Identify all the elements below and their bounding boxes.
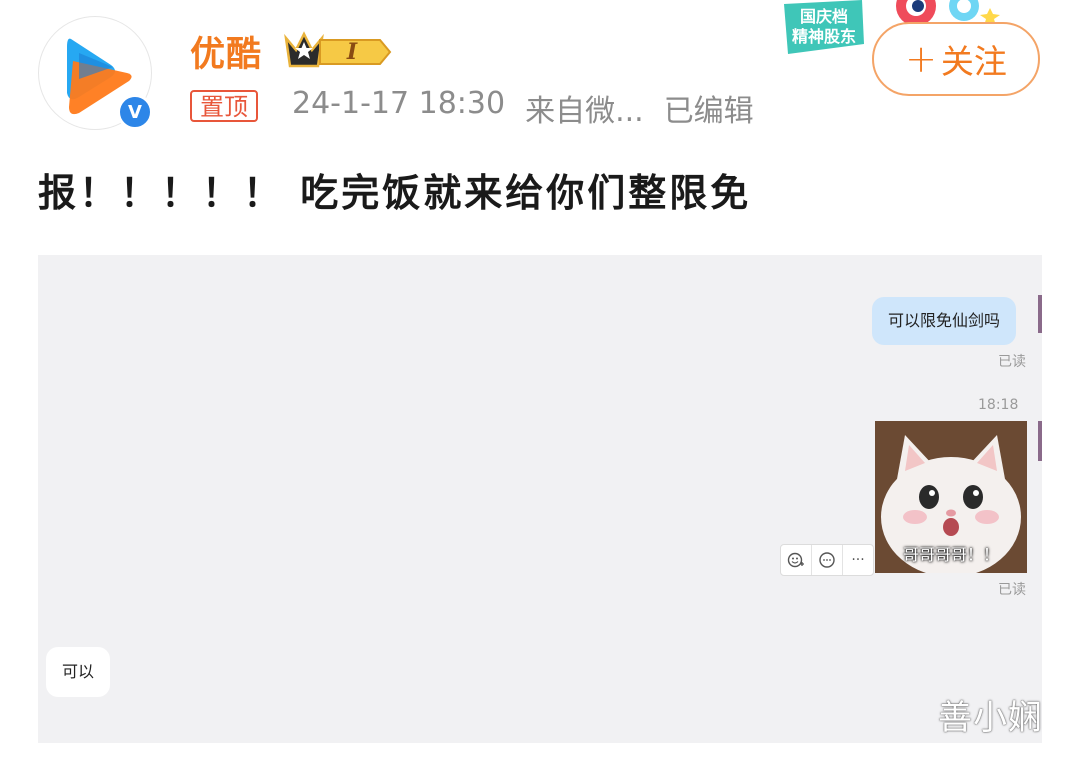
post-timestamp: 24-1-17 18:30 bbox=[292, 86, 506, 121]
verified-badge-icon: V bbox=[117, 94, 153, 130]
follow-label: 关注 bbox=[940, 42, 1007, 81]
avatar-edge bbox=[1038, 421, 1042, 461]
comment-icon[interactable] bbox=[812, 545, 843, 575]
sticker-caption: 哥哥哥哥！！ bbox=[902, 545, 999, 564]
watermark: 善小娴 bbox=[938, 698, 1043, 738]
vip-crown-badge: I bbox=[282, 28, 394, 76]
outgoing-message-bubble: 可以限免仙剑吗 bbox=[872, 297, 1017, 345]
avatar-edge bbox=[1038, 295, 1042, 333]
post-meta: 24-1-17 18:30 来自微... 已编辑 bbox=[292, 86, 754, 130]
pinned-tag: 置顶 bbox=[190, 90, 258, 122]
edited-label[interactable]: 已编辑 bbox=[664, 86, 754, 130]
emoji-reaction-icon[interactable] bbox=[781, 545, 812, 575]
more-icon[interactable]: ··· bbox=[843, 545, 873, 575]
plus-icon: + bbox=[905, 37, 937, 81]
read-status: 已读 bbox=[998, 354, 1026, 370]
post-text: 报！！！！！ 吃完饭就来给你们整限免 bbox=[38, 171, 752, 215]
username[interactable]: 优酷 bbox=[190, 26, 262, 77]
incoming-message-bubble: 可以 bbox=[46, 647, 111, 697]
message-action-bar: ··· bbox=[780, 544, 874, 576]
vip-level: I bbox=[346, 39, 358, 65]
chat-screenshot-image[interactable]: 可以限免仙剑吗 已读 18:18 哥哥哥哥！！ ··· 已读 可以 bbox=[38, 255, 1042, 743]
cat-sticker-image: 哥哥哥哥！！ bbox=[875, 421, 1027, 573]
post-source[interactable]: 来自微... bbox=[525, 86, 644, 130]
promo-line-2: 精神股东 bbox=[792, 27, 856, 46]
follow-button[interactable]: + 关注 bbox=[872, 22, 1040, 96]
read-status: 已读 bbox=[998, 582, 1026, 598]
promo-line-1: 国庆档 bbox=[800, 7, 848, 26]
message-time: 18:18 bbox=[978, 397, 1019, 413]
